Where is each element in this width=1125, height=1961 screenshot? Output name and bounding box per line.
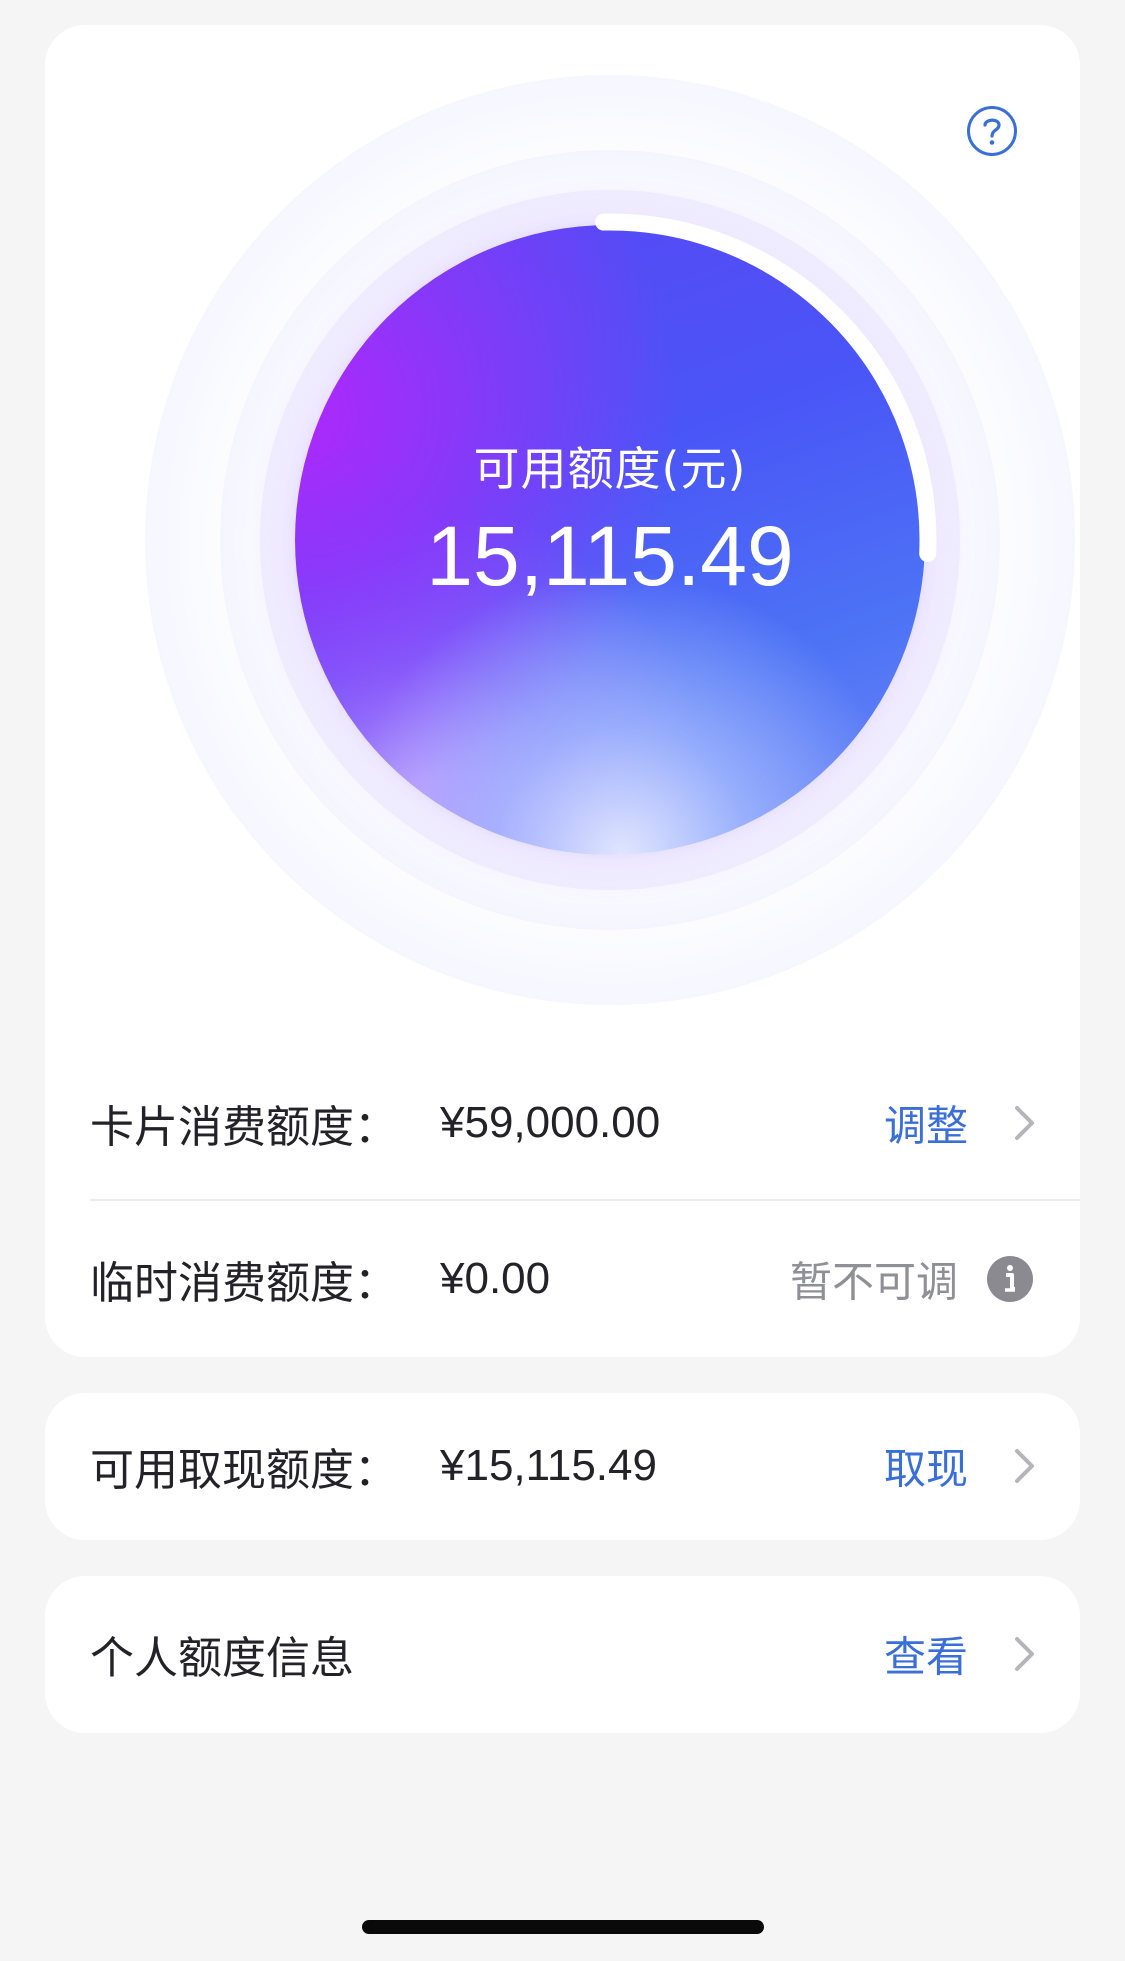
personal-limit-info-row[interactable]: 个人额度信息 查看 — [45, 1604, 1080, 1704]
chevron-right-icon[interactable] — [1012, 1103, 1038, 1143]
question-circle-icon[interactable] — [966, 105, 1018, 157]
cash-limit-value: ¥15,115.49 — [440, 1441, 657, 1490]
temporary-spending-limit-value: ¥0.00 — [440, 1254, 551, 1303]
temporary-spending-limit-row: 临时消费额度： ¥0.00 暂不可调 — [45, 1229, 1080, 1329]
card-spending-limit-row[interactable]: 卡片消费额度： ¥59,000.00 调整 — [45, 1073, 1080, 1173]
row-divider — [90, 1199, 1080, 1201]
available-limit-gauge: 可用额度(元) 15,115.49 — [140, 75, 1080, 1005]
card-spending-limit-label: 卡片消费额度： — [90, 1102, 398, 1153]
home-indicator — [362, 1920, 764, 1934]
card-spending-limit-value: ¥59,000.00 — [440, 1098, 661, 1147]
temporary-spending-limit-label: 临时消费额度： — [90, 1258, 398, 1309]
cash-withdrawal-row[interactable]: 可用取现额度： ¥15,115.49 取现 — [45, 1416, 1080, 1516]
cash-limit-label: 可用取现额度： — [90, 1445, 398, 1496]
withdraw-cash-link[interactable]: 取现 — [884, 1436, 968, 1497]
personal-limit-info-label: 个人额度信息 — [90, 1633, 354, 1684]
cash-withdrawal-card: 可用取现额度： ¥15,115.49 取现 — [45, 1393, 1080, 1540]
info-circle-icon[interactable] — [986, 1255, 1034, 1303]
view-info-link[interactable]: 查看 — [884, 1624, 968, 1685]
personal-limit-info-card: 个人额度信息 查看 — [45, 1576, 1080, 1733]
not-adjustable-text: 暂不可调 — [789, 1257, 958, 1307]
chevron-right-icon[interactable] — [1012, 1634, 1038, 1674]
credit-limit-card: 可用额度(元) 15,115.49 卡片消费额度： ¥59,000.00 调整 … — [45, 25, 1080, 1357]
chevron-right-icon[interactable] — [1012, 1446, 1038, 1486]
progress-arc-path — [595, 213, 937, 563]
gauge-progress-arc — [595, 213, 937, 563]
adjust-limit-link[interactable]: 调整 — [884, 1093, 968, 1154]
